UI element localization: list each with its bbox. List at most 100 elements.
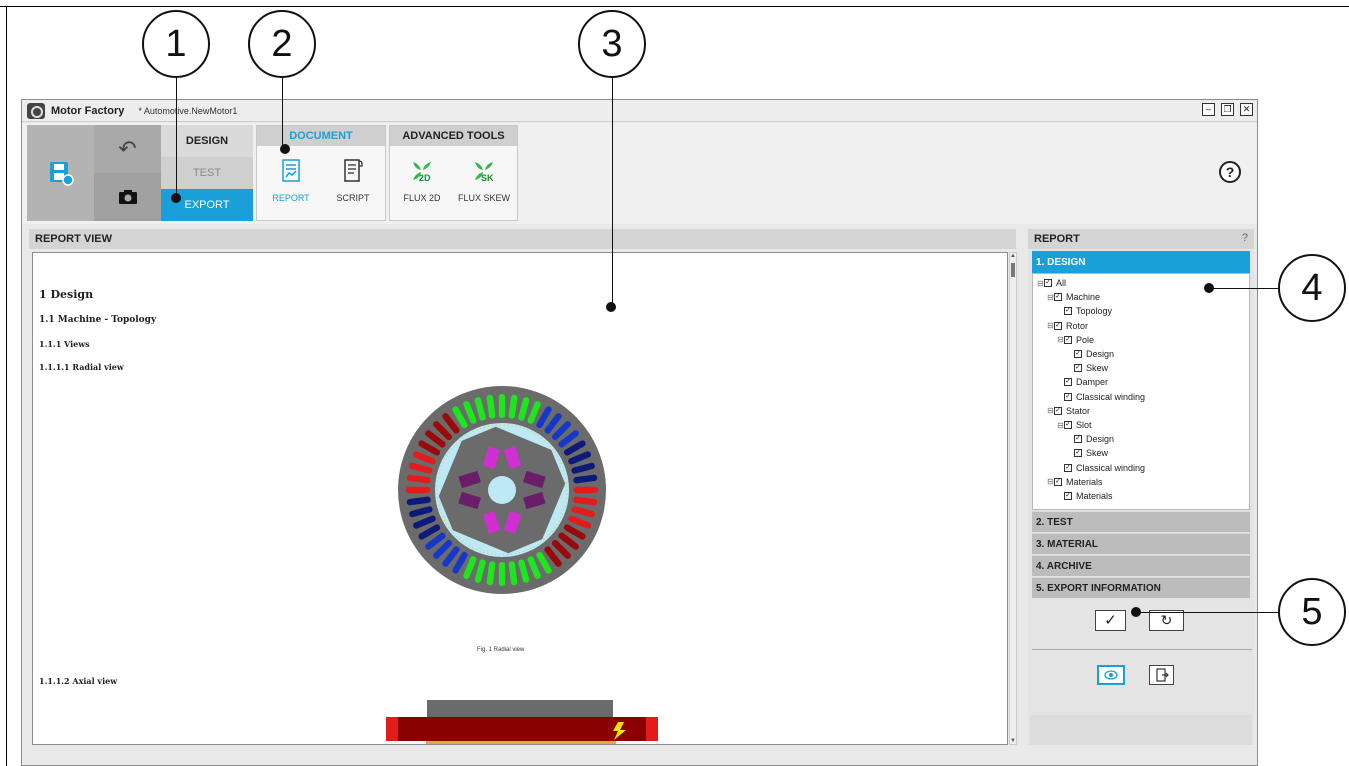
leader-2 xyxy=(282,78,283,152)
report-view-content[interactable]: 1 Design 1.1 Machine - Topology 1.1.1 Vi… xyxy=(32,252,1008,745)
tree-item-label: Slot xyxy=(1076,420,1092,430)
save-button[interactable] xyxy=(27,125,94,221)
test-mode-button[interactable]: TEST xyxy=(161,157,253,189)
report-panel: 1. DESIGN ⊟ ✓ All ⊟ ✓ Machine ✓ Topology ⊟ ✓ Rotor… xyxy=(1028,249,1254,745)
collapse-icon[interactable]: ⊟ xyxy=(1047,321,1054,330)
checkbox[interactable]: ✓ xyxy=(1054,477,1062,486)
heading-design: 1 Design xyxy=(39,288,94,301)
checkbox[interactable]: ✓ xyxy=(1074,350,1082,358)
checkbox[interactable]: ✓ xyxy=(1044,279,1052,287)
tree-item[interactable]: ✓ Design xyxy=(1067,433,1114,445)
tree-item[interactable]: ✓ Damper xyxy=(1057,376,1108,388)
report-help-icon[interactable]: ? xyxy=(1242,232,1248,244)
checkbox[interactable]: ✓ xyxy=(1064,421,1072,429)
collapse-icon[interactable]: ⊟ xyxy=(1037,279,1044,288)
checkbox[interactable]: ✓ xyxy=(1064,335,1072,344)
report-view-header: REPORT VIEW xyxy=(29,229,1016,249)
tree-item[interactable]: ✓ Design xyxy=(1067,348,1114,360)
tree-item-label: Design xyxy=(1086,349,1115,359)
collapse-icon[interactable]: ⊟ xyxy=(1047,293,1054,302)
checkbox[interactable]: ✓ xyxy=(1074,364,1082,373)
axial-shaft xyxy=(426,741,616,744)
checkbox[interactable]: ✓ xyxy=(1054,293,1062,302)
checkbox[interactable]: ✓ xyxy=(1054,406,1062,415)
tree-item[interactable]: ✓ Skew xyxy=(1067,362,1108,374)
camera-icon xyxy=(118,190,137,204)
leader-3 xyxy=(612,78,613,306)
apply-button[interactable]: ✓ xyxy=(1095,610,1126,631)
checkbox[interactable]: ✓ xyxy=(1064,392,1072,401)
tree-item[interactable]: ✓ Classical winding xyxy=(1057,391,1145,403)
stator-slot xyxy=(574,486,598,494)
flux-skew-badge: SK xyxy=(481,173,494,183)
tree-item-label: Classical winding xyxy=(1076,462,1146,473)
axial-core xyxy=(398,717,646,741)
ribbon: ↶ DESIGN TEST EXPORT DOCUMENT REPORT SCR… xyxy=(22,123,1257,224)
checkbox[interactable]: ✓ xyxy=(1064,307,1072,316)
checkbox[interactable]: ✓ xyxy=(1064,378,1072,387)
close-icon[interactable]: ✕ xyxy=(1240,103,1253,116)
flux-2d-button[interactable]: 2D FLUX 2D xyxy=(394,158,450,203)
scroll-up-icon[interactable]: ▲ xyxy=(1010,253,1016,259)
help-icon[interactable]: ? xyxy=(1219,161,1241,183)
callout-5-pointer xyxy=(1131,607,1141,617)
callout-4-pointer xyxy=(1204,283,1214,293)
tree-item-label: Machine xyxy=(1066,292,1101,303)
section-export-information[interactable]: 5. EXPORT INFORMATION xyxy=(1032,577,1250,598)
restore-icon[interactable]: ❐ xyxy=(1221,103,1234,116)
tree-item-label: Materials xyxy=(1076,491,1113,501)
reset-button[interactable]: ↻ xyxy=(1149,610,1184,631)
tree-item[interactable]: ⊟ ✓ Pole xyxy=(1057,334,1094,346)
report-button[interactable]: REPORT xyxy=(263,158,319,203)
collapse-icon[interactable]: ⊟ xyxy=(1057,335,1064,344)
undo-icon: ↶ xyxy=(118,136,137,161)
scroll-down-icon[interactable]: ▼ xyxy=(1010,738,1016,744)
tree-item[interactable]: ✓ Materials xyxy=(1057,490,1113,502)
flux-skew-button[interactable]: SK FLUX SKEW xyxy=(456,158,512,203)
snapshot-button[interactable] xyxy=(94,173,161,221)
tree-item[interactable]: ⊟ ✓ Stator xyxy=(1047,405,1090,417)
panel-separator xyxy=(1032,649,1252,650)
eye-search-icon xyxy=(1104,670,1118,680)
scroll-thumb[interactable] xyxy=(1011,263,1015,277)
collapse-icon[interactable]: ⊟ xyxy=(1047,477,1054,486)
tree-item[interactable]: ⊟ ✓ Materials xyxy=(1047,476,1103,488)
section-archive[interactable]: 4. ARCHIVE xyxy=(1032,555,1250,576)
section-material[interactable]: 3. MATERIAL xyxy=(1032,533,1250,554)
undo-button[interactable]: ↶ xyxy=(94,125,161,173)
design-mode-button[interactable]: DESIGN xyxy=(161,125,253,157)
report-icon xyxy=(282,159,300,182)
checkbox[interactable]: ✓ xyxy=(1064,492,1072,500)
tree-item-label: Skew xyxy=(1086,448,1109,459)
tree-item[interactable]: ⊟ ✓ All xyxy=(1037,277,1066,289)
tree-item[interactable]: ⊟ ✓ Machine xyxy=(1047,291,1100,303)
tree-item-label: Rotor xyxy=(1066,320,1089,331)
script-button[interactable]: SCRIPT xyxy=(325,158,381,203)
report-view-scrollbar[interactable]: ▲ ▼ xyxy=(1009,252,1017,745)
report-panel-title: REPORT xyxy=(1034,233,1080,245)
checkbox[interactable]: ✓ xyxy=(1074,435,1082,444)
heading-views: 1.1.1 Views xyxy=(39,339,90,349)
leader-5 xyxy=(1136,612,1279,613)
collapse-icon[interactable]: ⊟ xyxy=(1057,421,1064,430)
checkbox[interactable]: ✓ xyxy=(1054,321,1062,330)
preview-button[interactable] xyxy=(1097,665,1125,685)
export-file-button[interactable] xyxy=(1149,665,1174,685)
tree-item[interactable]: ✓ Topology xyxy=(1057,305,1112,317)
checkbox[interactable]: ✓ xyxy=(1064,463,1072,472)
tree-item[interactable]: ⊟ ✓ Rotor xyxy=(1047,320,1088,332)
frame-border-top xyxy=(6,6,1349,7)
tree-item[interactable]: ⊟ ✓ Slot xyxy=(1057,419,1092,431)
section-design[interactable]: 1. DESIGN xyxy=(1032,251,1250,273)
tree-item-label: Pole xyxy=(1076,334,1095,345)
callout-3: 3 xyxy=(578,10,646,78)
advanced-tools-title: ADVANCED TOOLS xyxy=(390,126,517,146)
minimize-icon[interactable]: – xyxy=(1202,103,1215,116)
tree-item[interactable]: ✓ Skew xyxy=(1067,447,1108,459)
checkbox[interactable]: ✓ xyxy=(1074,449,1082,458)
callout-2: 2 xyxy=(248,10,316,78)
collapse-icon[interactable]: ⊟ xyxy=(1047,406,1054,415)
heading-axial-view: 1.1.1.2 Axial view xyxy=(39,676,118,686)
section-test[interactable]: 2. TEST xyxy=(1032,511,1250,532)
tree-item[interactable]: ✓ Classical winding xyxy=(1057,462,1145,474)
